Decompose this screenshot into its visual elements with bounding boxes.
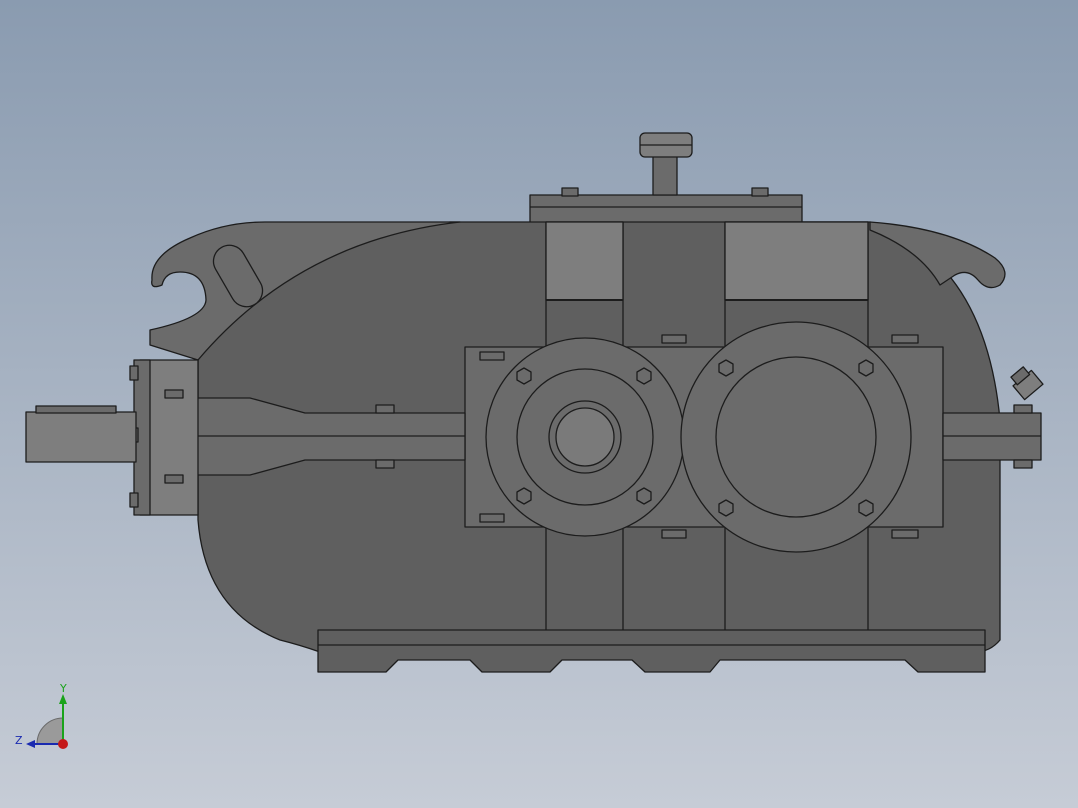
bolt-head — [1013, 404, 1033, 414]
bolt-head — [375, 459, 395, 469]
hex-bolt — [858, 499, 874, 517]
triad-arc — [36, 717, 64, 745]
input-shaft[interactable] — [25, 411, 137, 463]
z-axis-label: Z — [15, 734, 23, 747]
bolt-head — [164, 389, 184, 399]
gearbox-model[interactable] — [0, 0, 1078, 808]
input-flange-bolt — [129, 365, 139, 381]
y-axis-label: Y — [59, 682, 67, 695]
cover-bolt — [751, 187, 769, 197]
bolt-head — [375, 404, 395, 414]
base-foot — [317, 629, 986, 673]
bolt-head — [1013, 459, 1033, 469]
3d-viewport[interactable]: Y Z — [0, 0, 1078, 808]
hex-bolt — [636, 487, 652, 505]
top-cover-plate — [529, 194, 803, 226]
breather-stem — [652, 154, 678, 196]
bolt-head — [891, 334, 919, 344]
hex-bolt — [858, 359, 874, 377]
bolt-head — [661, 529, 687, 539]
hex-bolt — [516, 487, 532, 505]
shaft-keyway — [35, 405, 117, 414]
cover-bolt — [561, 187, 579, 197]
rib-top-face — [545, 221, 624, 301]
orientation-triad[interactable]: Y Z — [0, 680, 90, 760]
input-flange-bolt — [129, 492, 139, 508]
hex-bolt — [718, 359, 734, 377]
x-axis-dot-icon — [58, 739, 68, 749]
z-axis-arrow-icon — [26, 740, 35, 748]
bolt-head — [479, 351, 505, 361]
bolt-head — [164, 474, 184, 484]
bolt-head — [479, 513, 505, 523]
oil-plug — [1010, 366, 1044, 401]
bolt-head — [661, 334, 687, 344]
hex-bolt — [718, 499, 734, 517]
y-axis-arrow-icon — [59, 694, 67, 704]
bolt-head — [891, 529, 919, 539]
rib-top-face — [724, 221, 869, 301]
hex-bolt — [636, 367, 652, 385]
hex-bolt — [516, 367, 532, 385]
